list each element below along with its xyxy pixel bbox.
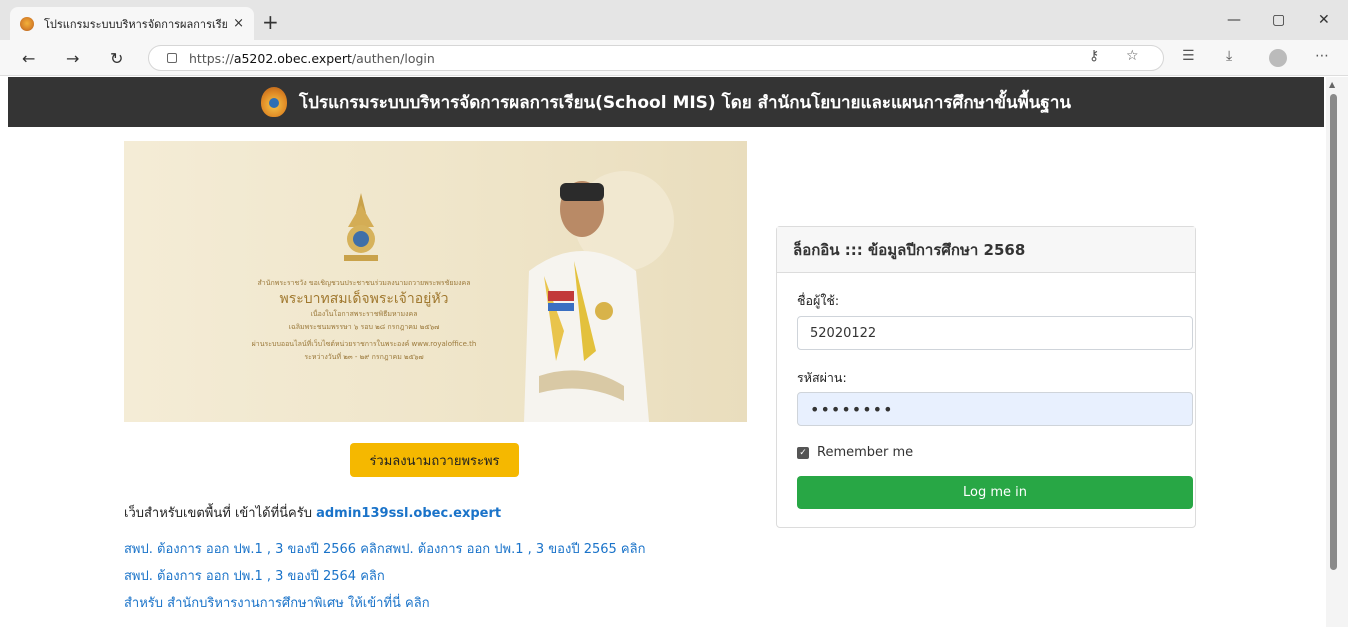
new-tab-button[interactable]: +	[262, 10, 279, 34]
password-label: รหัสผ่าน:	[797, 370, 847, 385]
login-card: ล็อกอิน ::: ข้อมูลปีการศึกษา 2568 ชื่อผู…	[776, 226, 1196, 528]
banner-headline: พระบาทสมเด็จพระเจ้าอยู่หัว	[279, 291, 449, 307]
lock-icon	[167, 53, 177, 63]
tab-title: โปรแกรมระบบบริหารจัดการผลการเรียน	[44, 17, 228, 31]
banner-line: สำนักพระราชวัง ขอเชิญชวนประชาชนร่วมลงนาม…	[257, 279, 471, 287]
area-link[interactable]: admin139ssl.obec.expert	[316, 506, 501, 521]
back-icon[interactable]: ←	[22, 49, 35, 68]
link-2565[interactable]: สพป. ต้องการ ออก ปพ.1 , 3 ของปี 2565 คลิ…	[385, 542, 646, 557]
site-header: โปรแกรมระบบบริหารจัดการผลการเรียน(School…	[8, 77, 1324, 127]
key-icon[interactable]: ⚷	[1089, 48, 1099, 64]
site-title: โปรแกรมระบบบริหารจัดการผลการเรียน(School…	[299, 92, 1071, 113]
area-info: เว็บสำหรับเขตพื้นที่ เข้าได้ที่นี่ครับ a…	[124, 502, 501, 523]
url-input[interactable]: https://a5202.obec.expert/authen/login	[148, 45, 1164, 71]
royal-banner: สำนักพระราชวัง ขอเชิญชวนประชาชนร่วมลงนาม…	[124, 141, 747, 422]
login-button[interactable]: Log me in	[797, 476, 1193, 509]
minimize-icon[interactable]: —	[1227, 12, 1241, 28]
browser-tab[interactable]: โปรแกรมระบบบริหารจัดการผลการเรียน ×	[10, 7, 254, 40]
browser-tab-bar: โปรแกรมระบบบริหารจัดการผลการเรียน × + — …	[0, 0, 1348, 40]
royal-crest-icon	[344, 193, 378, 261]
url-prefix: https://	[189, 50, 234, 66]
password-input[interactable]: ••••••••	[797, 392, 1193, 426]
close-window-icon[interactable]: ✕	[1318, 12, 1330, 28]
url-path: /authen/login	[351, 50, 435, 66]
username-input[interactable]	[797, 316, 1193, 350]
login-title: ล็อกอิน ::: ข้อมูลปีการศึกษา 2568	[777, 227, 1195, 273]
banner-line: ระหว่างวันที่ ๒๓ - ๒๙ กรกฎาคม ๒๕๖๗	[304, 353, 424, 361]
area-text: เว็บสำหรับเขตพื้นที่ เข้าได้ที่นี่ครับ	[124, 506, 317, 521]
report-links-row: สพป. ต้องการ ออก ปพ.1 , 3 ของปี 2566 คลิ…	[124, 538, 645, 559]
more-icon[interactable]: ⋯	[1315, 48, 1329, 64]
banner-line: เนื่องในโอกาสพระราชพิธีมหามงคล	[310, 310, 418, 318]
page-content: โปรแกรมระบบบริหารจัดการผลการเรียน(School…	[8, 77, 1324, 627]
favicon-icon	[20, 16, 34, 31]
school-logo-icon	[261, 87, 288, 117]
remember-checkbox[interactable]: ✓	[797, 446, 809, 459]
banner-line: ผ่านระบบออนไลน์ที่เว็บไซต์หน่วยราชการในพ…	[251, 340, 477, 348]
banner-line: เฉลิมพระชนมพรรษา ๖ รอบ ๒๘ กรกฎาคม ๒๕๖๗	[288, 323, 440, 331]
restore-icon[interactable]: ▢	[1272, 12, 1285, 28]
favorite-icon[interactable]: ☆	[1126, 48, 1139, 64]
username-label: ชื่อผู้ใช้:	[797, 293, 840, 308]
tab-close-icon[interactable]: ×	[233, 16, 244, 31]
refresh-icon[interactable]: ↻	[110, 49, 123, 68]
profile-icon[interactable]	[1269, 49, 1287, 67]
report-link-row: สพป. ต้องการ ออก ปพ.1 , 3 ของปี 2564 คลิ…	[124, 565, 385, 586]
url-host: a5202.obec.expert	[233, 50, 352, 66]
link-special-education[interactable]: สำหรับ สำนักบริหารงานการศึกษาพิเศษ ให้เข…	[124, 596, 430, 611]
scrollbar-thumb[interactable]	[1330, 94, 1337, 570]
download-icon[interactable]: ⤓	[1226, 48, 1232, 64]
address-bar-row: ← → ↻ https://a5202.obec.expert/authen/l…	[0, 40, 1348, 76]
donate-button[interactable]: ร่วมลงนามถวายพระพร	[350, 443, 519, 477]
remember-label: Remember me	[817, 445, 914, 460]
banner-text: สำนักพระราชวัง ขอเชิญชวนประชาชนร่วมลงนาม…	[214, 277, 514, 364]
king-portrait-image	[524, 171, 674, 422]
special-link-row: สำหรับ สำนักบริหารงานการศึกษาพิเศษ ให้เข…	[124, 592, 430, 613]
link-2566[interactable]: สพป. ต้องการ ออก ปพ.1 , 3 ของปี 2566 คลิ…	[124, 542, 385, 557]
collections-icon[interactable]: ☰	[1182, 48, 1195, 64]
link-2564[interactable]: สพป. ต้องการ ออก ปพ.1 , 3 ของปี 2564 คลิ…	[124, 569, 385, 584]
forward-icon[interactable]: →	[66, 49, 79, 68]
scroll-up-icon[interactable]: ▲	[1329, 80, 1335, 89]
remember-me[interactable]: ✓ Remember me	[797, 445, 913, 460]
